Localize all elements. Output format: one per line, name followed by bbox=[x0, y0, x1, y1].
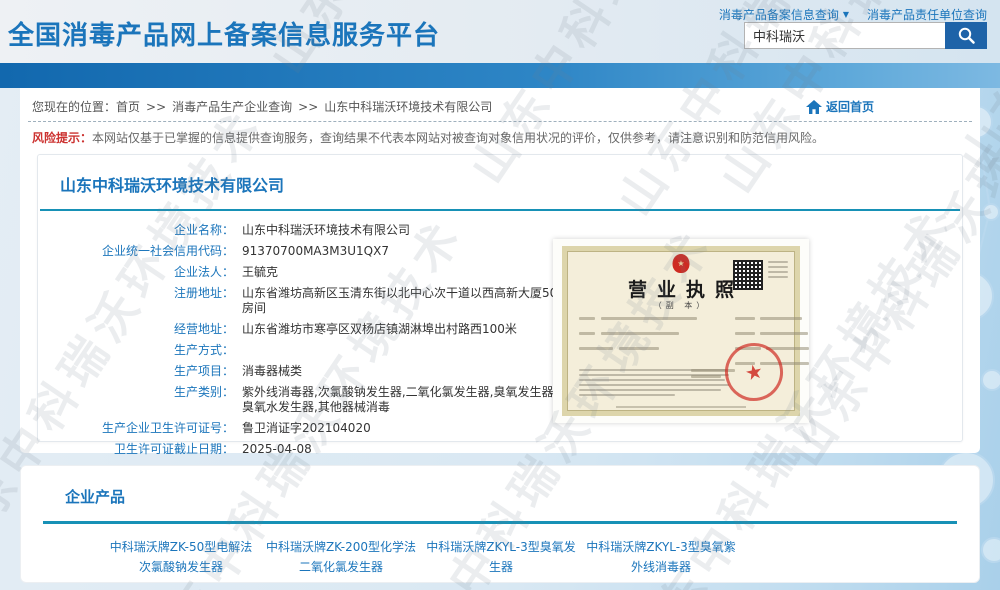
company-field-row: 卫生许可证截止日期： 2025-04-08 bbox=[38, 442, 962, 457]
company-field-row: 生产企业卫生许可证号： 鲁卫消证字202104020 bbox=[38, 421, 962, 436]
risk-notice-text: 本网站仅基于已掌握的信息提供查询服务，查询结果不代表本网站对被查询对象信用状况的… bbox=[92, 131, 824, 145]
field-label: 生产企业卫生许可证号： bbox=[38, 421, 234, 436]
back-home-label: 返回首页 bbox=[826, 98, 874, 115]
field-label: 企业名称： bbox=[38, 223, 234, 238]
product-link-0[interactable]: 中科瑞沃牌ZK-50型电解法次氯酸钠发生器 bbox=[105, 537, 257, 578]
chevron-down-icon: ▼ bbox=[843, 10, 849, 19]
field-value: 91370700MA3M3U1QX7 bbox=[242, 244, 389, 259]
risk-notice-label: 风险提示： bbox=[32, 131, 92, 145]
company-info-box: 山东中科瑞沃环境技术有限公司 企业名称：山东中科瑞沃环境技术有限公司企业统一社会… bbox=[37, 154, 963, 442]
main-panel: 您现在的位置： 首页 >> 消毒产品生产企业查询 >> 山东中科瑞沃环境技术有限公司 返… bbox=[20, 88, 980, 453]
search-bar bbox=[744, 22, 987, 49]
field-label: 生产类别： bbox=[38, 385, 234, 415]
breadcrumb-prefix: 您现在的位置： bbox=[32, 98, 116, 115]
products-title: 企业产品 bbox=[21, 466, 979, 507]
license-left-fields bbox=[579, 317, 719, 362]
company-field-row: 经营地址： 山东省潍坊市寒亭区双杨店镇湖淋埠出村路西100米 bbox=[38, 322, 962, 337]
field-value: 山东省潍坊市寒亭区双杨店镇湖淋埠出村路西100米 bbox=[242, 322, 517, 337]
company-fields: 企业名称： 山东中科瑞沃环境技术有限公司企业统一社会信用代码： 91370700MA… bbox=[38, 223, 962, 457]
field-label: 生产项目： bbox=[38, 364, 234, 379]
product-link-2[interactable]: 中科瑞沃牌ZKYL-3型臭氧发生器 bbox=[425, 537, 577, 578]
search-input[interactable] bbox=[744, 22, 945, 49]
breadcrumb: 您现在的位置： 首页 >> 消毒产品生产企业查询 >> 山东中科瑞沃环境技术有限公司 返… bbox=[20, 88, 980, 115]
license-subtitle: （副 本） bbox=[567, 300, 795, 311]
license-number-lines bbox=[768, 261, 788, 281]
top-nav-link-label: 消毒产品备案信息查询 bbox=[719, 6, 839, 23]
products-panel: 企业产品 中科瑞沃牌ZK-50型电解法次氯酸钠发生器中科瑞沃牌ZK-200型化学… bbox=[20, 465, 980, 583]
breadcrumb-item-1[interactable]: 消毒产品生产企业查询 bbox=[172, 98, 292, 115]
company-field-row: 生产项目： 消毒器械类 bbox=[38, 364, 962, 379]
field-value: 鲁卫消证字202104020 bbox=[242, 421, 371, 436]
national-emblem-icon: ★ bbox=[673, 254, 690, 273]
qr-code-icon bbox=[733, 260, 763, 290]
field-label: 企业统一社会信用代码： bbox=[38, 244, 234, 259]
company-title: 山东中科瑞沃环境技术有限公司 bbox=[38, 155, 962, 196]
breadcrumb-item-0[interactable]: 首页 bbox=[116, 98, 140, 115]
company-field-row: 企业名称： 山东中科瑞沃环境技术有限公司 bbox=[38, 223, 962, 238]
company-field-row: 企业法人： 王毓克 bbox=[38, 265, 962, 280]
field-label: 生产方式： bbox=[38, 343, 234, 358]
search-button[interactable] bbox=[945, 22, 987, 49]
header-blue-bar bbox=[0, 63, 1000, 88]
top-nav-link-1[interactable]: 消毒产品责任单位查询 bbox=[867, 6, 987, 23]
breadcrumb-item-2: 山东中科瑞沃环境技术有限公司 bbox=[324, 98, 492, 115]
site-title: 全国消毒产品网上备案信息服务平台 bbox=[8, 15, 440, 52]
field-value: 2025-04-08 bbox=[242, 442, 312, 457]
products-divider bbox=[43, 521, 957, 524]
field-label: 注册地址： bbox=[38, 286, 234, 316]
field-label: 经营地址： bbox=[38, 322, 234, 337]
business-license: ★ 营业执照 （副 本） bbox=[562, 246, 800, 416]
field-label: 卫生许可证截止日期： bbox=[38, 442, 234, 457]
field-value: 山东省潍坊高新区玉清东街以北中心次干道以西高新大厦502房间 bbox=[242, 286, 572, 316]
field-value: 山东中科瑞沃环境技术有限公司 bbox=[242, 223, 410, 238]
company-field-row: 注册地址： 山东省潍坊高新区玉清东街以北中心次干道以西高新大厦502房间 bbox=[38, 286, 962, 316]
breadcrumb-items: 首页 >> 消毒产品生产企业查询 >> 山东中科瑞沃环境技术有限公司 bbox=[116, 98, 492, 115]
product-link-1[interactable]: 中科瑞沃牌ZK-200型化学法二氧化氯发生器 bbox=[265, 537, 417, 578]
home-icon bbox=[806, 100, 822, 114]
field-label: 企业法人： bbox=[38, 265, 234, 280]
field-value: 紫外线消毒器,次氯酸钠发生器,二氧化氯发生器,臭氧发生器、臭氧水发生器,其他器械… bbox=[242, 385, 572, 415]
field-value: 消毒器械类 bbox=[242, 364, 302, 379]
company-field-row: 企业统一社会信用代码： 91370700MA3M3U1QX7 bbox=[38, 244, 962, 259]
product-link-3[interactable]: 中科瑞沃牌ZKYL-3型臭氧紫外线消毒器 bbox=[585, 537, 737, 578]
field-value: 王毓克 bbox=[242, 265, 278, 280]
top-nav-link-0[interactable]: 消毒产品备案信息查询 ▼ bbox=[719, 6, 849, 23]
company-field-row: 生产方式： bbox=[38, 343, 962, 358]
breadcrumb-separator: >> bbox=[146, 100, 166, 114]
license-footer-line bbox=[616, 406, 746, 408]
breadcrumb-separator: >> bbox=[298, 100, 318, 114]
back-home-link[interactable]: 返回首页 bbox=[806, 98, 874, 115]
search-icon bbox=[957, 26, 976, 45]
top-nav: 消毒产品备案信息查询 ▼ 消毒产品责任单位查询 bbox=[719, 6, 987, 23]
business-license-image: ★ 营业执照 （副 本） bbox=[553, 239, 809, 423]
top-nav-link-label: 消毒产品责任单位查询 bbox=[867, 6, 987, 23]
products-list: 中科瑞沃牌ZK-50型电解法次氯酸钠发生器中科瑞沃牌ZK-200型化学法二氧化氯… bbox=[21, 537, 979, 578]
company-field-row: 生产类别： 紫外线消毒器,次氯酸钠发生器,二氧化氯发生器,臭氧发生器、臭氧水发生器… bbox=[38, 385, 962, 415]
page: 全国消毒产品网上备案信息服务平台 消毒产品备案信息查询 ▼ 消毒产品责任单位查询 您… bbox=[0, 0, 1000, 590]
risk-notice: 风险提示：本网站仅基于已掌握的信息提供查询服务，查询结果不代表本网站对被查询对象… bbox=[20, 122, 980, 146]
title-divider bbox=[40, 209, 960, 211]
